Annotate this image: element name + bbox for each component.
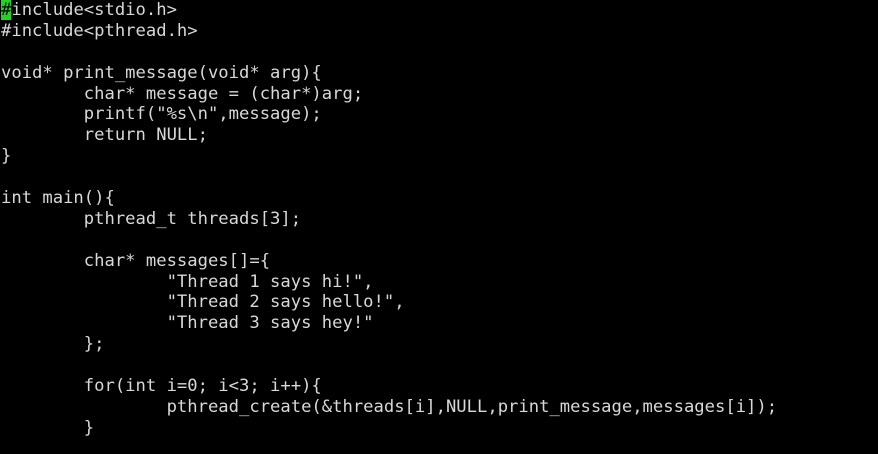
code-line[interactable]: pthread_create(&threads[i],NULL,print_me… [1,397,878,418]
code-line[interactable]: "Thread 3 says hey!" [1,313,878,334]
code-line[interactable]: char* message = (char*)arg; [1,84,878,105]
code-line[interactable]: char* messages[]={ [1,251,878,272]
code-line[interactable]: #include<stdio.h> [1,0,878,21]
code-line[interactable] [1,355,878,376]
terminal-editor[interactable]: #include<stdio.h> #include<pthread.h> vo… [0,0,878,454]
code-line[interactable]: printf("%s\n",message); [1,104,878,125]
code-line[interactable]: int main(){ [1,188,878,209]
code-line[interactable]: pthread_t threads[3]; [1,209,878,230]
code-line[interactable]: for(int i=0; i<3; i++){ [1,376,878,397]
code-line[interactable]: return NULL; [1,125,878,146]
code-line[interactable]: "Thread 1 says hi!", [1,272,878,293]
code-line[interactable]: }; [1,334,878,355]
code-line[interactable] [1,42,878,63]
code-line-text: include<stdio.h> [11,0,177,20]
text-cursor: # [1,0,12,20]
code-line[interactable]: } [1,146,878,167]
code-line[interactable] [1,230,878,251]
code-line[interactable]: } [1,418,878,439]
code-line[interactable]: "Thread 2 says hello!", [1,292,878,313]
code-line[interactable]: void* print_message(void* arg){ [1,63,878,84]
code-line[interactable]: #include<pthread.h> [1,21,878,42]
code-line[interactable] [1,167,878,188]
